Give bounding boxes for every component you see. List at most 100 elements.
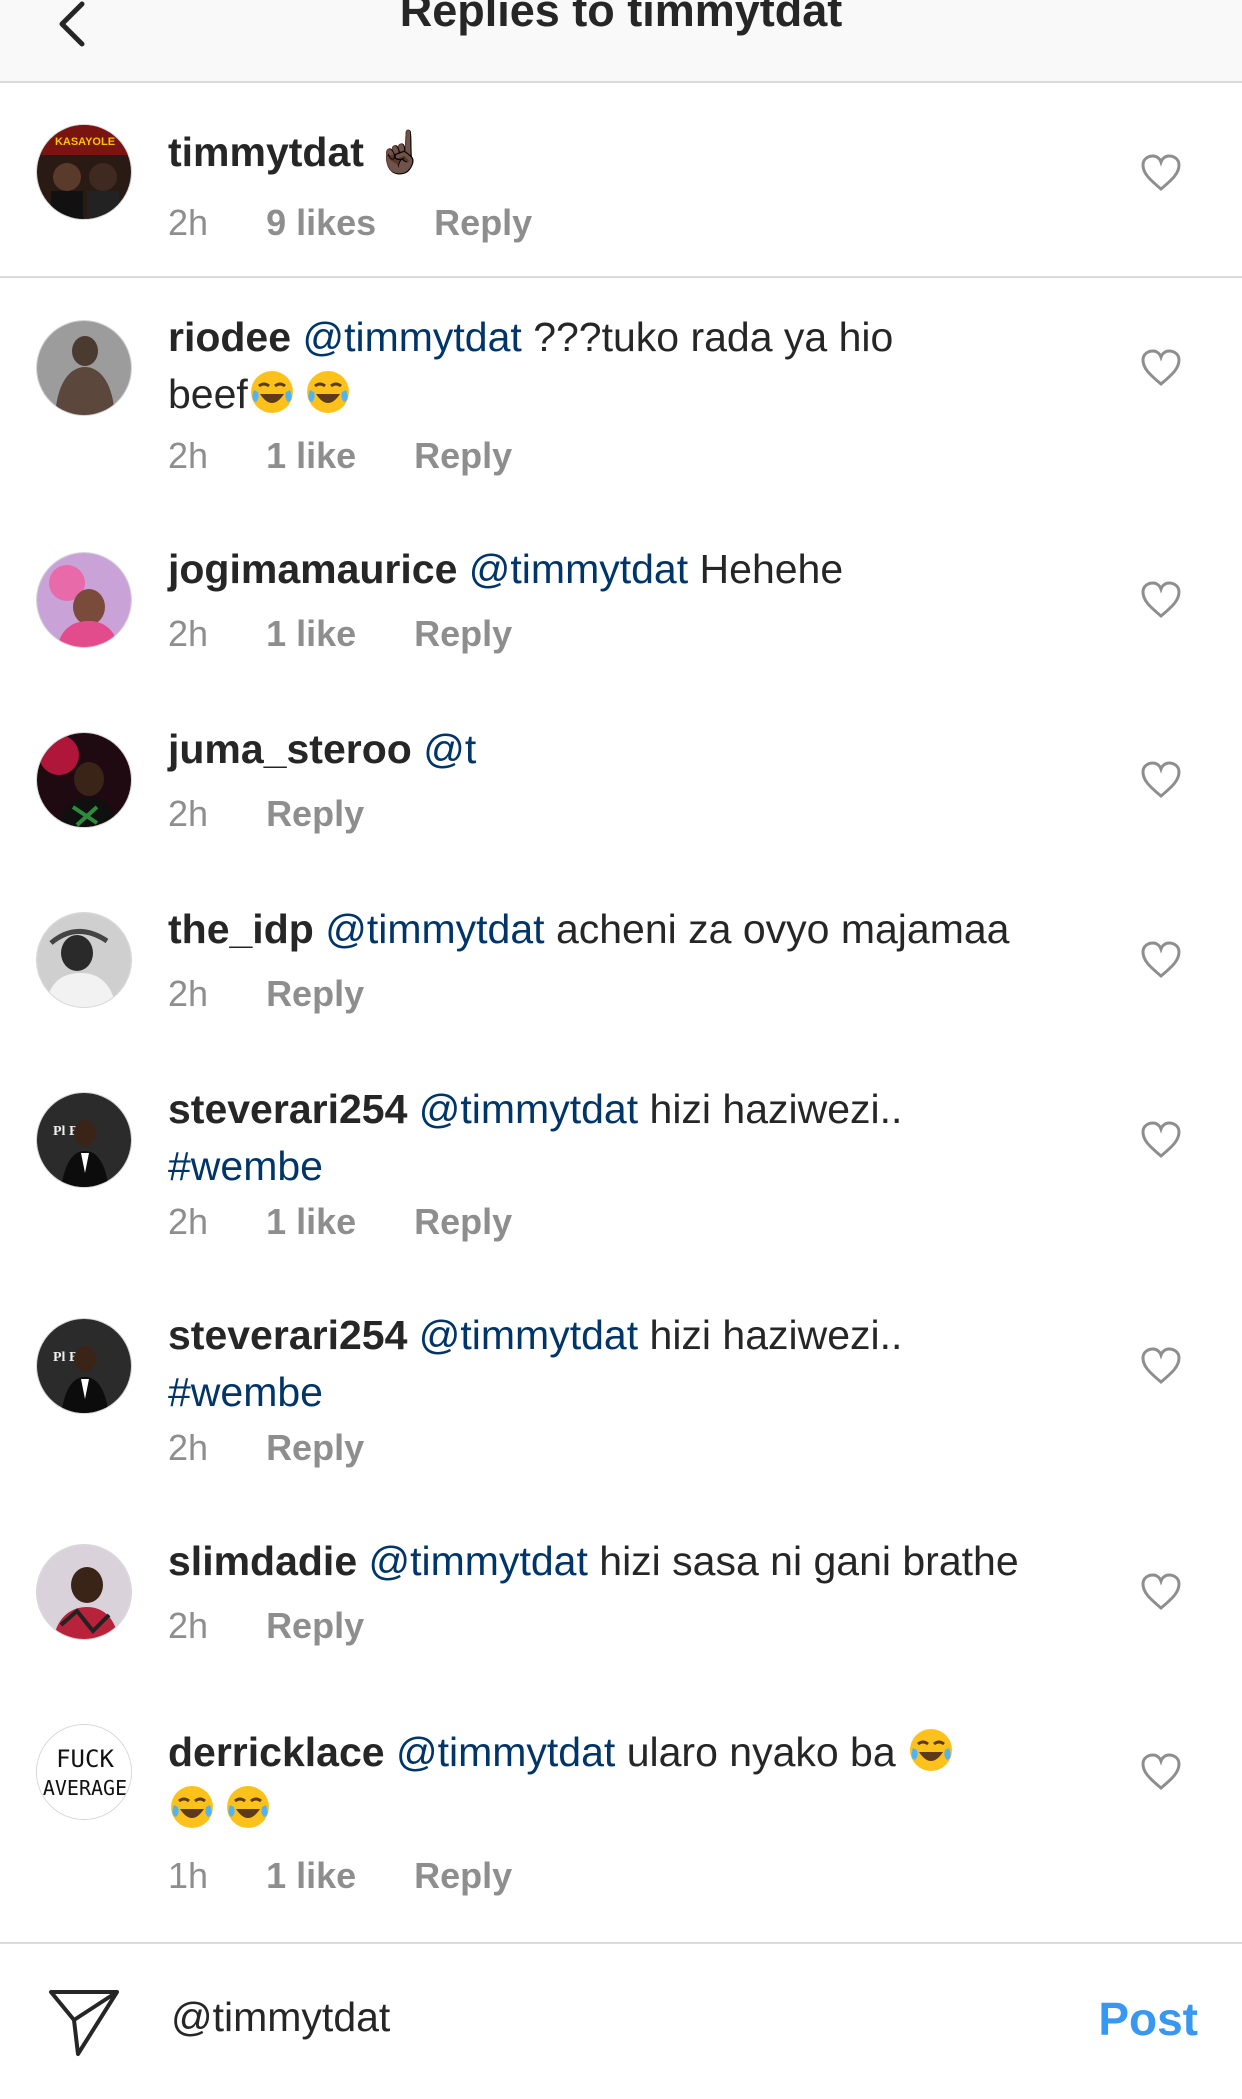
comment-likes[interactable]: 1 like — [266, 1202, 356, 1242]
comment-time: 2h — [168, 613, 209, 654]
parent-comment-text: timmytdat ☝🏿 — [168, 124, 1068, 181]
avatar-juma-steroo[interactable] — [36, 732, 132, 828]
comment-mention[interactable]: @timmytdat — [302, 314, 521, 360]
comment-mention[interactable]: @timmytdat — [469, 546, 688, 592]
comment-time: 2h — [168, 973, 209, 1014]
reply-button[interactable]: Reply — [266, 1606, 364, 1646]
comment-mention[interactable]: @timmytdat — [419, 1086, 638, 1132]
comment-mention[interactable]: @timmytdat — [325, 906, 544, 952]
reply-button[interactable]: Reply — [434, 203, 532, 243]
comment-time: 2h — [168, 202, 209, 243]
comment-likes[interactable]: 1 like — [266, 436, 356, 476]
comment-time: 2h — [168, 435, 209, 476]
reply-button[interactable]: Reply — [414, 436, 512, 476]
heart-icon[interactable] — [1141, 154, 1181, 192]
comment-username[interactable]: slimdadie — [168, 1538, 357, 1584]
reply-meta: 2h 1 like Reply — [168, 436, 512, 476]
comment-username[interactable]: timmytdat — [168, 129, 364, 175]
reply-text: jogimamaurice @timmytdat Hehehe — [168, 541, 1068, 598]
reply-meta: 2h Reply — [168, 1606, 364, 1646]
reply-button[interactable]: Reply — [266, 1428, 364, 1468]
heart-icon[interactable] — [1141, 1753, 1181, 1791]
reply-meta: 1h 1 like Reply — [168, 1856, 512, 1896]
heart-icon[interactable] — [1141, 581, 1181, 619]
comment-username[interactable]: steverari254 — [168, 1086, 407, 1132]
heart-icon[interactable] — [1141, 941, 1181, 979]
tears-of-joy-emoji-icon — [250, 371, 293, 413]
avatar-slimdadie[interactable] — [36, 1544, 132, 1640]
comment-mention[interactable]: @timmytdat — [396, 1729, 615, 1775]
comment-mention[interactable]: @timmytdat — [369, 1538, 588, 1584]
comment-username[interactable]: derricklace — [168, 1729, 385, 1775]
comment-emoji: ☝🏿 — [375, 129, 427, 175]
comment-username[interactable]: riodee — [168, 314, 291, 360]
top-bar: Replies to timmytdat — [0, 0, 1242, 83]
comment-likes[interactable]: 1 like — [266, 614, 356, 654]
parent-avatar-badge: KASAYOLE — [55, 136, 115, 148]
comment-hashtag[interactable]: #wembe — [168, 1143, 323, 1189]
avatar-derricklace[interactable]: FUCK AVERAGE — [36, 1724, 132, 1820]
reply-button[interactable]: Reply — [266, 794, 364, 834]
comment-input[interactable] — [171, 1994, 1051, 2041]
tears-of-joy-emoji-icon — [171, 1786, 213, 1828]
reply-meta: 2h Reply — [168, 794, 364, 834]
comment-username[interactable]: jogimamaurice — [168, 546, 457, 592]
comment-username[interactable]: steverari254 — [168, 1312, 407, 1358]
reply-meta: 2h 1 like Reply — [168, 614, 512, 654]
comment-body: hizi sasa ni gani brathe — [599, 1538, 1019, 1584]
comment-body: acheni za ovyo majamaa — [555, 906, 1010, 952]
reply-text: derricklace @timmytdat ularo nyako ba — [168, 1724, 1068, 1838]
comment-time: 1h — [168, 1855, 209, 1896]
comment-composer: Post — [0, 1942, 1242, 2099]
reply-button[interactable]: Reply — [414, 1202, 512, 1242]
avatar-steverari254[interactable]: Pl Bo — [36, 1318, 132, 1414]
reply-button[interactable]: Reply — [266, 974, 364, 1014]
heart-icon[interactable] — [1141, 761, 1181, 799]
comment-body: ularo nyako ba — [626, 1729, 896, 1775]
reply-text: the_idp @timmytdat acheni za ovyo majama… — [168, 901, 1068, 958]
parent-comment-meta: 2h 9 likes Reply — [168, 203, 532, 243]
comment-body: ???tuko rada ya hio — [533, 314, 894, 360]
comment-time: 2h — [168, 1201, 209, 1242]
tears-of-joy-emoji-icon — [910, 1729, 953, 1771]
reply-text: juma_steroo @t — [168, 721, 1068, 778]
reply-meta: 2h Reply — [168, 1428, 364, 1468]
comment-mention[interactable]: @t — [423, 726, 476, 772]
comment-username[interactable]: juma_steroo — [168, 726, 412, 772]
comment-hashtag[interactable]: #wembe — [168, 1369, 323, 1415]
reply-text: steverari254 @timmytdat hizi haziwezi.. … — [168, 1307, 1068, 1421]
heart-icon[interactable] — [1141, 349, 1181, 387]
page-title: Replies to timmytdat — [399, 0, 843, 36]
reply-text: riodee @timmytdat ???tuko rada ya hio be… — [168, 309, 1068, 423]
heart-icon[interactable] — [1141, 1573, 1181, 1611]
comment-body-line2: beef — [168, 371, 248, 417]
comment-body: Hehehe — [699, 546, 844, 592]
comment-mention[interactable]: @timmytdat — [419, 1312, 638, 1358]
comment-body: hizi haziwezi.. — [649, 1086, 903, 1132]
avatar-the-idp[interactable] — [36, 912, 132, 1008]
reply-button[interactable]: Reply — [414, 614, 512, 654]
avatar-steverari254[interactable]: Pl Bo — [36, 1092, 132, 1188]
post-button[interactable]: Post — [1098, 1992, 1198, 2046]
avatar-jogimamaurice[interactable] — [36, 552, 132, 648]
comment-time: 2h — [168, 1427, 209, 1468]
avatar-riodee[interactable] — [36, 320, 132, 416]
comment-likes[interactable]: 1 like — [266, 1856, 356, 1896]
heart-icon[interactable] — [1141, 1121, 1181, 1159]
parent-divider — [0, 276, 1242, 278]
reply-text: slimdadie @timmytdat hizi sasa ni gani b… — [168, 1533, 1068, 1590]
tears-of-joy-emoji-icon — [227, 1786, 269, 1828]
avatar-timmytdat[interactable]: KASAYOLE — [36, 124, 132, 220]
reply-text: steverari254 @timmytdat hizi haziwezi.. … — [168, 1081, 1068, 1195]
derricklace-avatar-line2: AVERAGE — [43, 1776, 127, 1800]
paper-plane-icon[interactable] — [48, 1988, 120, 2058]
tears-of-joy-emoji-icon — [306, 371, 349, 413]
reply-meta: 2h 1 like Reply — [168, 1202, 512, 1242]
comment-body: hizi haziwezi.. — [649, 1312, 903, 1358]
comment-username[interactable]: the_idp — [168, 906, 314, 952]
heart-icon[interactable] — [1141, 1347, 1181, 1385]
comment-likes[interactable]: 9 likes — [266, 203, 376, 243]
reply-button[interactable]: Reply — [414, 1856, 512, 1896]
reply-meta: 2h Reply — [168, 974, 364, 1014]
comment-time: 2h — [168, 1605, 209, 1646]
